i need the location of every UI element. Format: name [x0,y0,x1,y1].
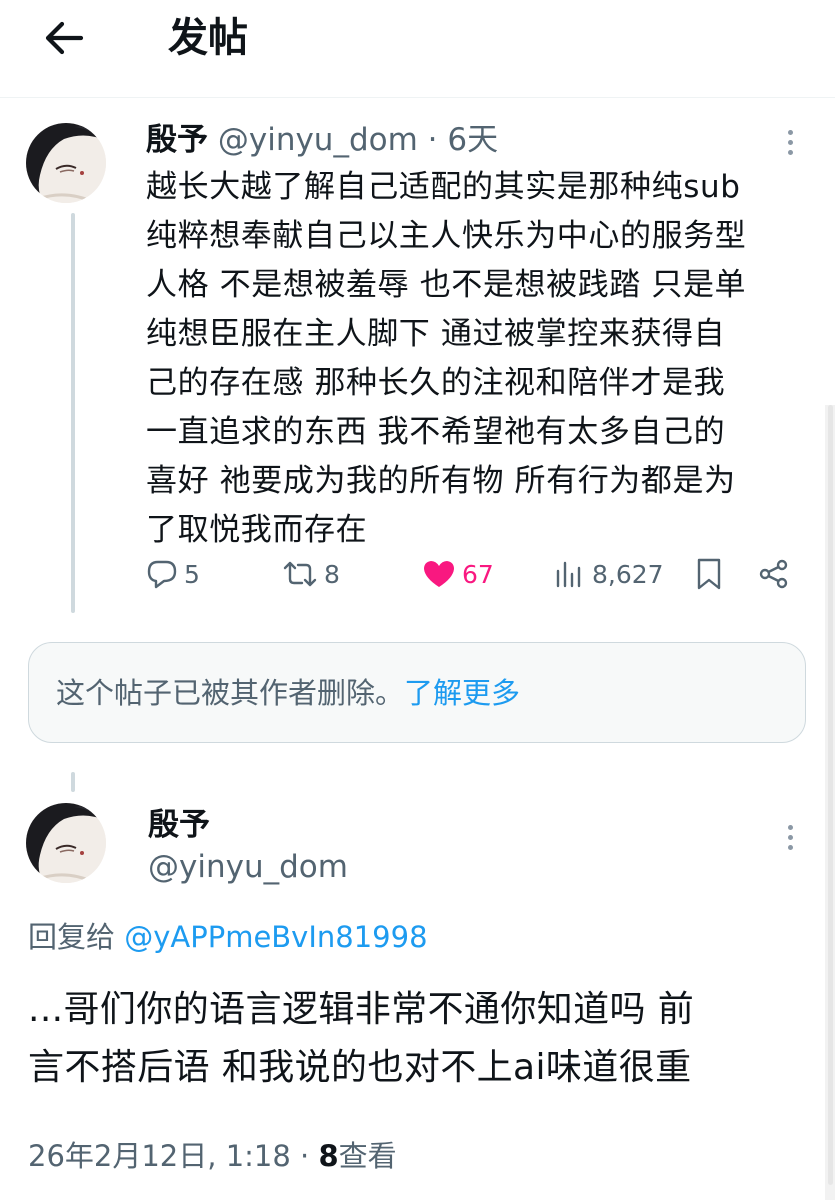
back-arrow-icon [45,21,84,55]
reply-context: 回复给 @yAPPmeBvIn81998 [28,915,428,959]
more-button[interactable] [775,815,805,859]
tweet-text-line: 纯想臣服在主人脚下 通过被掌控来获得自 [146,316,726,352]
deleted-notice-text: 这个帖子已被其作者删除。 [56,676,405,710]
views-count: 8 [318,1139,339,1173]
deleted-notice-text-wrap: 这个帖子已被其作者删除。了解更多 [56,671,520,715]
post-time[interactable]: 6天 [447,122,498,158]
more-button[interactable] [775,120,805,164]
tweet-text: 越长大越了解自己适配的其实是那种纯sub 纯粹想奉献自己以主人快乐为中心的服务型… [146,163,806,555]
reply-prefix: 回复给 [28,920,125,954]
tweet-header: 殷予 @yinyu_dom · 6天 [146,118,498,162]
views-count: 8,627 [592,559,664,589]
reply-count: 5 [184,559,200,589]
deleted-post-notice: 这个帖子已被其作者删除。了解更多 [28,642,806,743]
tweet-text-line: 纯粹想奉献自己以主人快乐为中心的服务型 [146,218,747,254]
thread-connector-top [71,772,75,792]
like-count: 67 [462,559,494,589]
repost-button[interactable]: 8 [282,552,340,596]
timestamp[interactable]: 26年2月12日, 1:18 [28,1139,291,1173]
repost-icon [283,561,317,587]
tweet-meta: 26年2月12日, 1:18 · 8查看 [28,1134,397,1178]
back-button[interactable] [38,12,90,64]
learn-more-link[interactable]: 了解更多 [404,676,520,710]
avatar[interactable] [26,123,106,203]
display-name[interactable]: 殷予 [148,803,210,847]
tweet-text: ...哥们你的语言逻辑非常不通你知道吗 前 言不搭后语 和我说的也对不上ai味道… [28,981,808,1097]
thread-connector [71,213,75,613]
views-label: 查看 [338,1139,397,1173]
reply-icon [147,560,177,589]
like-button[interactable]: 67 [422,552,494,596]
tweet-text-line: 越长大越了解自己适配的其实是那种纯sub [146,169,741,205]
display-name[interactable]: 殷予 [146,122,208,158]
tweet-text-line: ...哥们你的语言逻辑非常不通你知道吗 前 [28,989,695,1030]
tweet-text-line: 己的存在感 那种长久的注视和陪伴才是我 [146,365,726,401]
tweet-text-line: 喜好 祂要成为我的所有物 所有行为都是为 [146,463,736,499]
user-handle[interactable]: @yinyu_dom [148,845,348,889]
share-icon [759,559,788,589]
separator-dot: · [290,1139,319,1173]
scrollbar-thumb[interactable] [828,405,833,1185]
tweet-text-line: 了取悦我而存在 [146,512,368,548]
user-handle[interactable]: @yinyu_dom [218,122,418,158]
tweet-text-line: 人格 不是想被羞辱 也不是想被践踏 只是单 [146,267,747,303]
views-icon [556,561,581,588]
bookmark-icon [697,558,721,590]
views-button[interactable]: 8,627 [554,552,664,596]
page-title: 发帖 [168,15,248,61]
bookmark-button[interactable] [694,552,724,596]
more-icon [787,129,793,135]
tweet-text-line: 一直追求的东西 我不希望祂有太多自己的 [146,414,726,450]
reply-handle-link[interactable]: @yAPPmeBvIn81998 [124,920,427,954]
reply-button[interactable]: 5 [146,552,200,596]
action-bar: 5 8 67 8,627 [146,552,806,596]
more-icon [787,824,793,830]
separator-dot: · [427,122,438,158]
top-bar: 发帖 [0,0,835,98]
like-icon [424,561,454,587]
avatar[interactable] [26,803,106,883]
avatar-image [26,123,106,203]
share-button[interactable] [758,552,790,596]
tweet-text-line: 言不搭后语 和我说的也对不上ai味道很重 [28,1047,692,1088]
avatar-image [26,803,106,883]
repost-count: 8 [324,559,340,589]
